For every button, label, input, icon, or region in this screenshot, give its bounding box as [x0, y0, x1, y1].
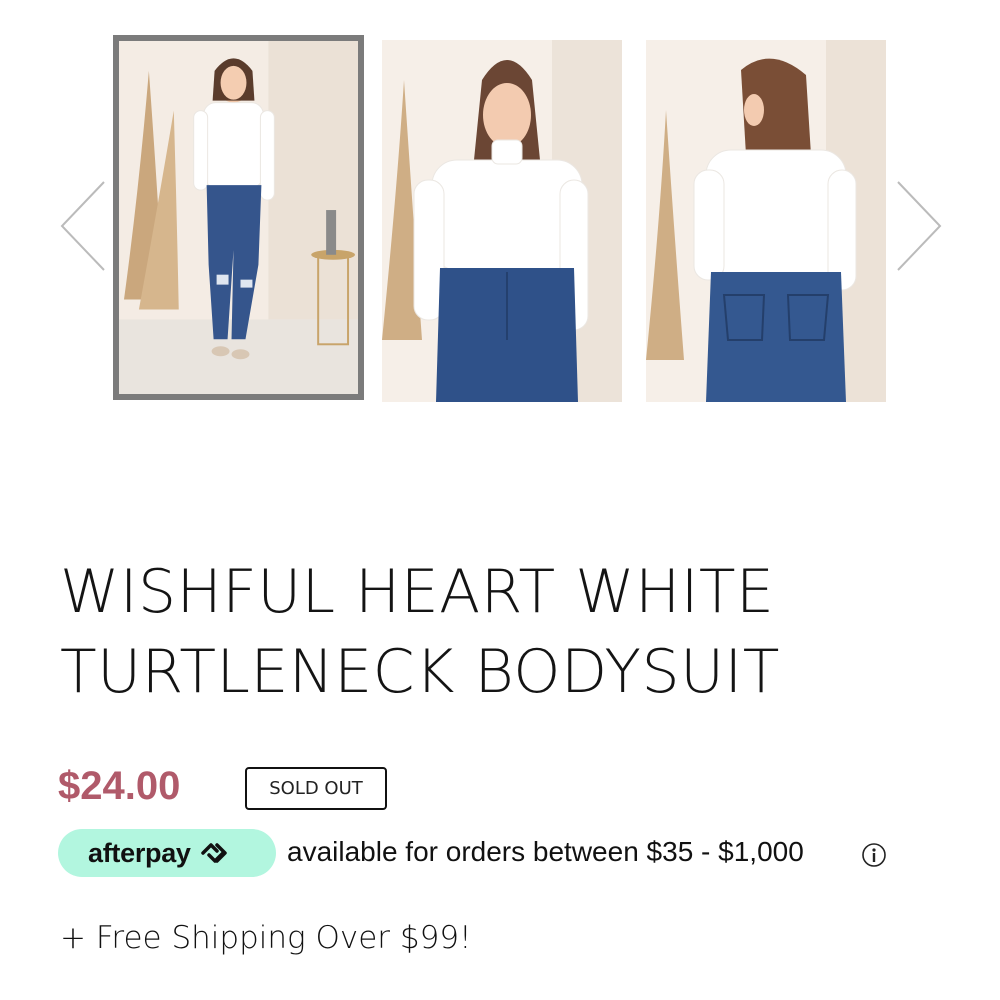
afterpay-message: available for orders between $35 - $1,00… [287, 836, 804, 867]
afterpay-logo-icon [200, 843, 227, 863]
product-title: WISHFUL HEART WHITE TURTLENECK BODYSUIT [60, 552, 960, 712]
thumbnail-back-view[interactable] [646, 40, 886, 402]
free-shipping-note: + Free Shipping Over $99! [60, 920, 472, 956]
product-price: $24.00 [58, 764, 181, 808]
afterpay-badge: afterpay [58, 829, 276, 877]
afterpay-wordmark: afterpay [88, 837, 191, 868]
info-icon[interactable] [861, 842, 887, 868]
product-image-carousel [0, 0, 1000, 420]
carousel-next-button[interactable] [894, 178, 944, 274]
product-photo-back-view [646, 40, 886, 402]
sold-out-badge: SOLD OUT [245, 767, 387, 810]
product-title-line-2: TURTLENECK BODYSUIT [60, 637, 780, 707]
carousel-prev-button[interactable] [58, 178, 108, 274]
thumbnail-front-close-up[interactable] [382, 40, 622, 402]
thumbnail-full-body-front[interactable] [113, 35, 364, 400]
chevron-right-icon [897, 181, 942, 271]
product-title-line-1: WISHFUL HEART WHITE [60, 557, 775, 627]
product-photo-front-close-up [382, 40, 622, 402]
chevron-left-icon [60, 181, 105, 271]
product-photo-full-body [119, 41, 358, 394]
